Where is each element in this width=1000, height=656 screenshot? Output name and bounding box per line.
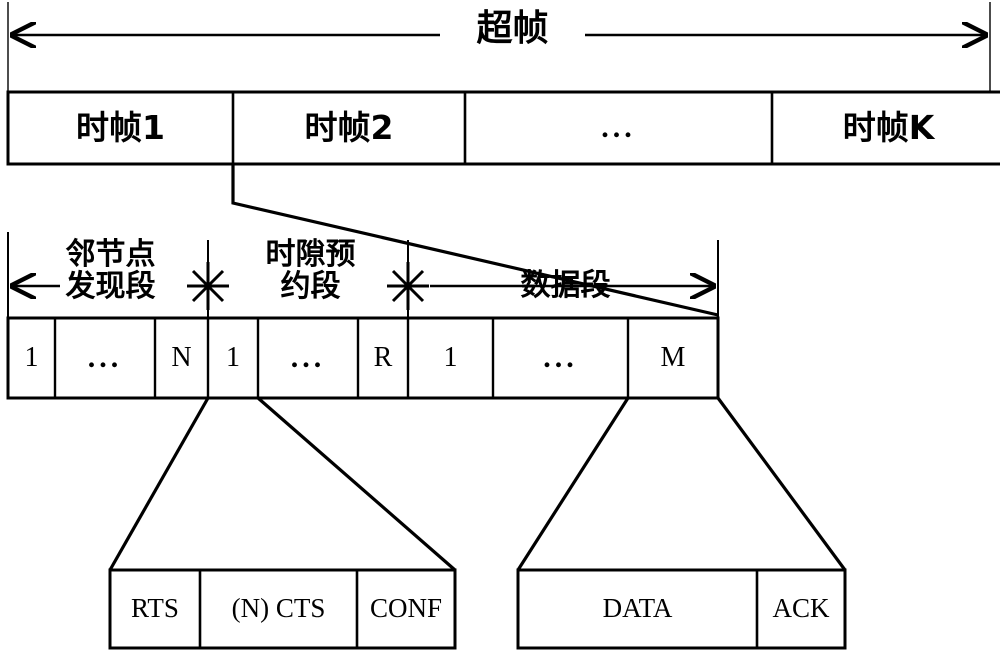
timeframe-row-boxes xyxy=(6,90,1000,166)
data-packet-boxes xyxy=(516,568,847,650)
diagram-linework xyxy=(6,2,1000,650)
slot-row-boxes xyxy=(6,316,720,400)
segment-span-markers xyxy=(12,262,714,310)
superframe-guide-lines xyxy=(7,2,991,92)
superframe-structure-diagram: 超帧 时帧1 时帧2 ... 时帧K 邻节点 发现段 时隙预 约段 数据段 1 … xyxy=(0,0,1000,656)
reservation-packet-funnel xyxy=(108,396,457,572)
asterisk-boundary-icon-left xyxy=(187,262,229,310)
reservation-packet-boxes xyxy=(108,568,457,650)
asterisk-boundary-icon-right xyxy=(387,262,429,310)
segment-guide-lines xyxy=(7,232,719,318)
data-packet-funnel xyxy=(516,397,847,571)
timeframe-expansion-connector xyxy=(231,164,719,317)
